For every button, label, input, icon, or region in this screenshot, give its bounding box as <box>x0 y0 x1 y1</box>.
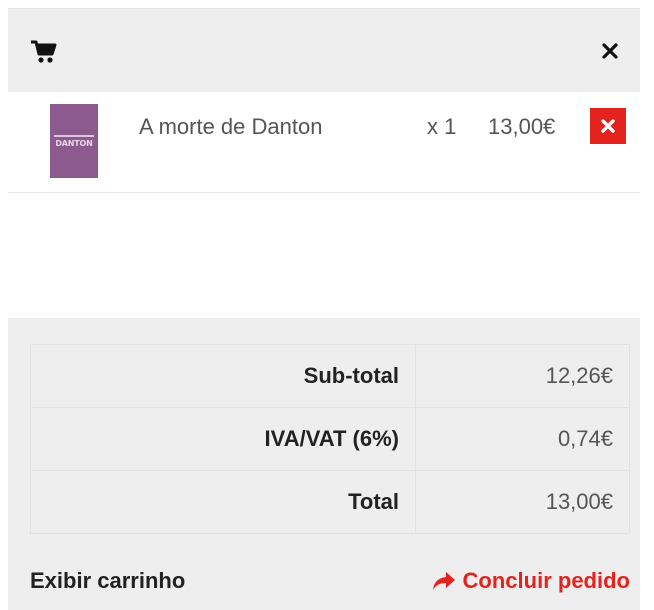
checkout-label: Concluir pedido <box>462 568 630 593</box>
checkout-link[interactable]: Concluir pedido <box>431 568 630 594</box>
total-value: 13,00€ <box>415 470 630 534</box>
vat-value: 0,74€ <box>415 407 630 471</box>
item-quantity: x 1 <box>427 114 457 139</box>
cart-header <box>8 8 640 93</box>
item-price: 13,00€ <box>488 114 556 139</box>
cart-dropdown: DANTON A morte de Danton x 1 13,00€ Sub-… <box>8 8 640 610</box>
cart-footer: Sub-total 12,26€ IVA/VAT (6%) 0,74€ Tota… <box>8 318 640 610</box>
totals-table: Sub-total 12,26€ IVA/VAT (6%) 0,74€ Tota… <box>30 344 630 534</box>
close-icon <box>601 119 615 133</box>
item-name[interactable]: A morte de Danton <box>139 114 322 140</box>
table-row: Total 13,00€ <box>30 470 630 534</box>
total-label: Total <box>30 470 416 534</box>
cart-item: DANTON A morte de Danton x 1 13,00€ <box>8 92 640 193</box>
table-row: Sub-total 12,26€ <box>30 344 630 408</box>
view-cart-link[interactable]: Exibir carrinho <box>30 568 185 594</box>
close-icon[interactable] <box>600 41 620 61</box>
book-cover-thumbnail[interactable]: DANTON <box>50 104 98 178</box>
subtotal-value: 12,26€ <box>415 344 630 408</box>
table-row: IVA/VAT (6%) 0,74€ <box>30 407 630 471</box>
remove-item-button[interactable] <box>590 108 626 144</box>
cover-title-text: DANTON <box>55 139 93 148</box>
vat-label: IVA/VAT (6%) <box>30 407 416 471</box>
share-arrow-icon <box>432 572 455 590</box>
cover-title-line <box>54 135 94 137</box>
subtotal-label: Sub-total <box>30 344 416 408</box>
shopping-cart-icon <box>30 39 58 65</box>
